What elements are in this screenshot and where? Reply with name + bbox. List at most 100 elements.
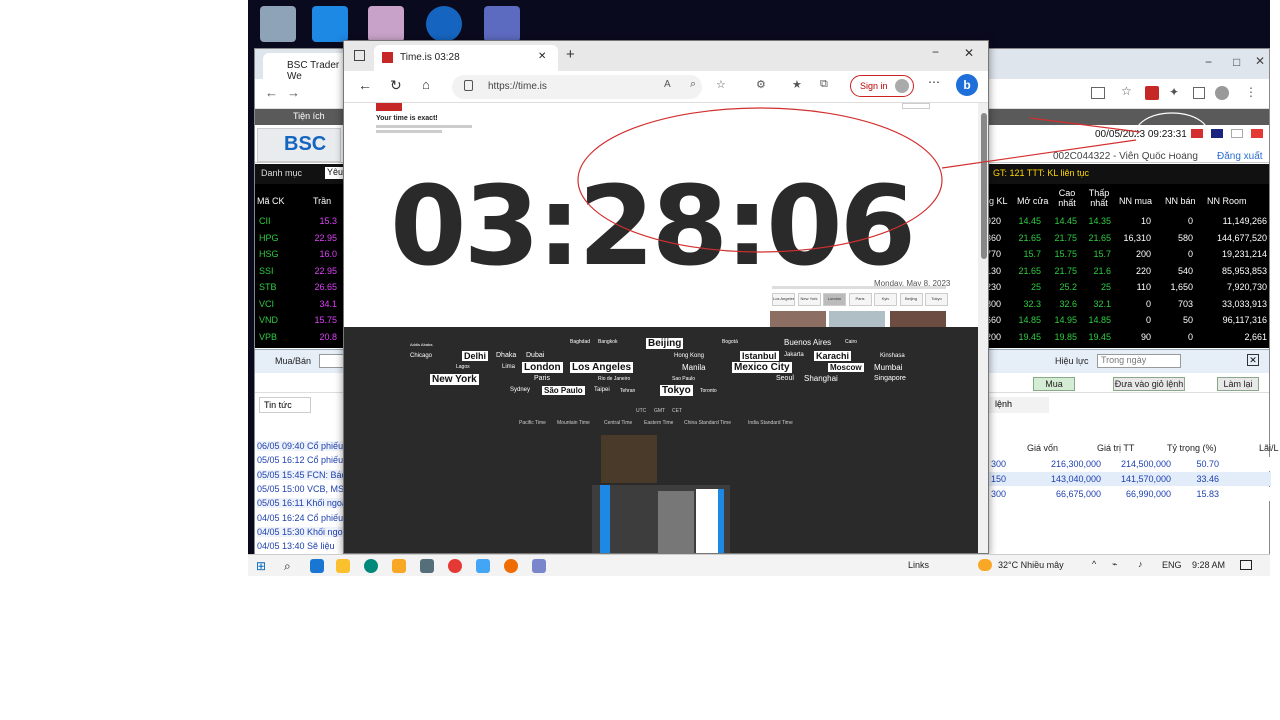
notifications-icon[interactable]	[1240, 560, 1252, 570]
volume-icon[interactable]: ♪	[1138, 559, 1143, 569]
tz-link-cet[interactable]: CET	[672, 408, 682, 414]
favorites-icon[interactable]: ★	[792, 78, 802, 91]
video-player-icon[interactable]	[426, 6, 462, 42]
bing-icon[interactable]: b	[956, 74, 978, 96]
new-tab-icon[interactable]: +	[566, 46, 575, 63]
news-item[interactable]: 04/05 16:24 Cổ phiếu	[257, 512, 343, 523]
media-app-icon[interactable]	[368, 6, 404, 42]
tab-actions-icon[interactable]	[354, 50, 365, 61]
news-item[interactable]: 05/05 16:12 Cổ phiếu	[257, 455, 343, 466]
extension-red-icon[interactable]	[1145, 86, 1159, 100]
firefox-icon[interactable]	[504, 559, 518, 573]
close-window-icon[interactable]: ✕	[964, 46, 974, 60]
city-link-buenos-aires[interactable]: Buenos Aires	[784, 338, 831, 347]
city-link-tokyo[interactable]: Tokyo	[660, 385, 693, 396]
news-item[interactable]: 06/05 09:40 Cổ phiếu	[257, 441, 343, 451]
tz-link-mountain-time[interactable]: Mountain Time	[557, 420, 590, 426]
home-icon[interactable]: ⌂	[422, 77, 430, 92]
city-link-bangkok[interactable]: Bangkok	[598, 339, 617, 345]
add-to-basket-button[interactable]: Đưa vào giỏ lệnh	[1113, 377, 1185, 391]
mini-clock-los-angeles[interactable]: Los Angeles	[772, 293, 795, 306]
city-link-paris[interactable]: Paris	[534, 375, 550, 382]
app-icon-3[interactable]	[532, 559, 546, 573]
city-link-karachi[interactable]: Karachi	[814, 351, 852, 361]
city-link-dubai[interactable]: Dubai	[526, 352, 544, 359]
installer-icon[interactable]	[484, 6, 520, 42]
city-link-moscow[interactable]: Moscow	[828, 363, 864, 372]
back-icon[interactable]: ←	[358, 77, 372, 93]
chrome-icon[interactable]	[448, 559, 462, 573]
city-link-rio-de-janeiro[interactable]: Rio de Janeiro	[598, 376, 630, 382]
order-side-input[interactable]	[319, 354, 345, 368]
more-menu-icon[interactable]: ⋮	[1245, 85, 1257, 99]
app-icon-2[interactable]	[476, 559, 490, 573]
mini-clock-london[interactable]: London	[823, 293, 846, 306]
tz-link-eastern-time[interactable]: Eastern Time	[644, 420, 673, 426]
favorite-star-icon[interactable]: ☆	[716, 78, 726, 91]
city-link-toronto[interactable]: Toronto	[700, 388, 717, 394]
mini-clock-new-york[interactable]: New York	[797, 293, 821, 306]
refresh-icon[interactable]: ↻	[390, 77, 402, 94]
taskbar-clock[interactable]: 9:28 AM	[1192, 560, 1225, 570]
news-item[interactable]: 05/05 15:45 FCN: Báo	[257, 469, 343, 480]
city-link-singapore[interactable]: Singapore	[874, 375, 906, 382]
city-link-delhi[interactable]: Delhi	[462, 351, 489, 361]
weather-text[interactable]: 32°C Nhiều mây	[998, 560, 1064, 570]
city-link-mumbai[interactable]: Mumbai	[874, 363, 902, 372]
row-symbol[interactable]: SSI	[259, 266, 274, 276]
mini-clock-beijing[interactable]: Beijing	[899, 293, 923, 306]
flag-uk-icon[interactable]	[1211, 129, 1223, 138]
city-link-new-york[interactable]: New York	[430, 374, 479, 385]
city-link-istanbul[interactable]: Istanbul	[740, 351, 779, 361]
pinned-app-icon[interactable]	[336, 559, 350, 573]
city-link-sao-paulo[interactable]: Sao Paulo	[672, 376, 695, 382]
city-link-lima[interactable]: Lima	[502, 364, 515, 370]
edge-taskbar-icon[interactable]	[364, 559, 378, 573]
minimize-icon[interactable]: −	[932, 45, 939, 59]
city-link-seoul[interactable]: Seoul	[776, 375, 794, 382]
maximize-icon[interactable]: □	[1233, 55, 1240, 69]
forward-icon[interactable]: →	[287, 85, 300, 100]
task-view-icon[interactable]	[310, 559, 324, 573]
row-symbol[interactable]: STB	[259, 282, 277, 292]
close-icon[interactable]: ✕	[1255, 54, 1265, 68]
reset-button[interactable]: Làm lại	[1217, 377, 1259, 391]
row-symbol[interactable]: HPG	[259, 233, 279, 243]
mini-clock-paris[interactable]: Paris	[848, 293, 872, 306]
flag-cn-icon[interactable]	[1251, 129, 1263, 138]
tz-link-utc[interactable]: UTC	[636, 408, 646, 414]
flag-vn-icon[interactable]	[1191, 129, 1203, 138]
city-link-sydney[interactable]: Sydney	[510, 387, 530, 393]
news-tab[interactable]: Tin tức	[259, 397, 311, 413]
news-thumbnail[interactable]	[601, 435, 657, 483]
utilities-menu[interactable]: Tiện ích	[293, 111, 325, 121]
validity-select[interactable]: Trong ngày	[1097, 354, 1181, 368]
orders-tab[interactable]: lệnh	[989, 397, 1049, 413]
timeis-tab[interactable]: Time.is 03:28 ✕	[374, 45, 558, 71]
start-icon[interactable]: ⊞	[256, 559, 266, 573]
close-tab-icon[interactable]: ✕	[538, 51, 546, 62]
sidebar-icon[interactable]	[1193, 87, 1205, 99]
city-link-shanghai[interactable]: Shanghai	[804, 374, 838, 383]
city-link-baghdad[interactable]: Baghdad	[570, 339, 590, 345]
city-link-los-angeles[interactable]: Los Angeles	[570, 362, 634, 373]
trader-tab[interactable]: BSC Trader We	[263, 53, 351, 82]
file-explorer-icon[interactable]	[392, 559, 406, 573]
this-pc-icon[interactable]	[312, 6, 348, 42]
extensions-icon[interactable]: ⚙	[756, 78, 766, 91]
city-link-kinshasa[interactable]: Kinshasa	[880, 353, 905, 359]
city-link-dhaka[interactable]: Dhaka	[496, 352, 516, 359]
search-icon[interactable]: ⌕	[284, 559, 291, 574]
city-link-addis-ababa[interactable]: Addis Ababa	[410, 342, 432, 347]
row-symbol[interactable]: CII	[259, 216, 271, 226]
recycle-bin-icon[interactable]	[260, 6, 296, 42]
minimize-icon[interactable]: −	[1205, 55, 1212, 69]
zoom-icon[interactable]: ⌕	[690, 78, 696, 91]
city-link-london[interactable]: London	[522, 362, 563, 373]
app-icon-1[interactable]	[420, 559, 434, 573]
row-symbol[interactable]: VCI	[259, 299, 274, 309]
share-icon[interactable]	[1091, 87, 1105, 99]
city-link-beijing[interactable]: Beijing	[646, 338, 684, 349]
lock-icon[interactable]	[464, 80, 473, 91]
city-link-hong-kong[interactable]: Hong Kong	[674, 353, 704, 359]
